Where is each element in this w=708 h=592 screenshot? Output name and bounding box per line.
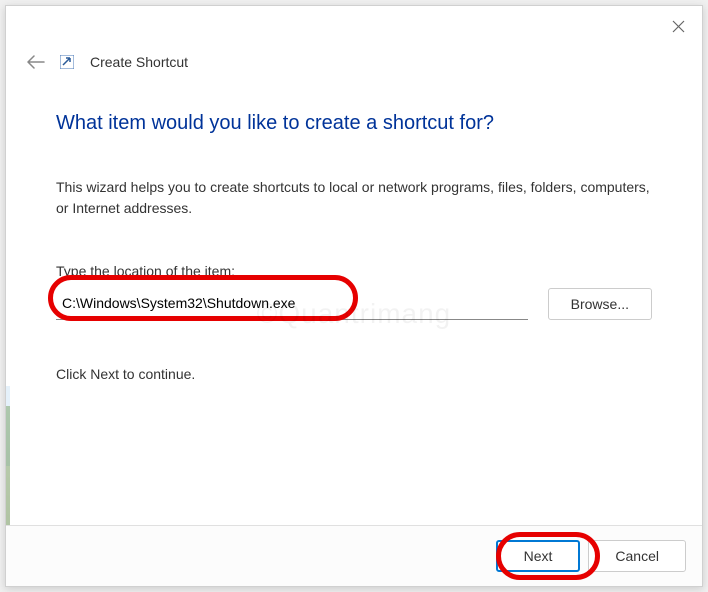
description-text: This wizard helps you to create shortcut… bbox=[56, 177, 652, 219]
browse-button[interactable]: Browse... bbox=[548, 288, 652, 320]
page-heading: What item would you like to create a sho… bbox=[56, 112, 652, 135]
cancel-button[interactable]: Cancel bbox=[588, 540, 686, 572]
close-icon bbox=[672, 20, 685, 33]
wizard-title: Create Shortcut bbox=[90, 54, 188, 70]
continue-hint: Click Next to continue. bbox=[56, 366, 652, 382]
location-input-wrap bbox=[56, 287, 528, 320]
create-shortcut-dialog: Create Shortcut What item would you like… bbox=[5, 5, 703, 587]
next-button[interactable]: Next bbox=[496, 540, 581, 572]
close-button[interactable] bbox=[666, 14, 690, 38]
shortcut-icon bbox=[60, 55, 76, 71]
back-button[interactable] bbox=[26, 52, 46, 72]
location-label: Type the location of the item: bbox=[56, 263, 652, 279]
arrow-left-icon bbox=[27, 55, 45, 69]
location-input[interactable] bbox=[56, 287, 528, 320]
input-row: Browse... bbox=[56, 287, 652, 320]
wizard-header: Create Shortcut bbox=[6, 42, 702, 82]
wizard-content: What item would you like to create a sho… bbox=[6, 82, 702, 525]
titlebar bbox=[6, 6, 702, 42]
dialog-footer: Next Cancel bbox=[6, 525, 702, 586]
